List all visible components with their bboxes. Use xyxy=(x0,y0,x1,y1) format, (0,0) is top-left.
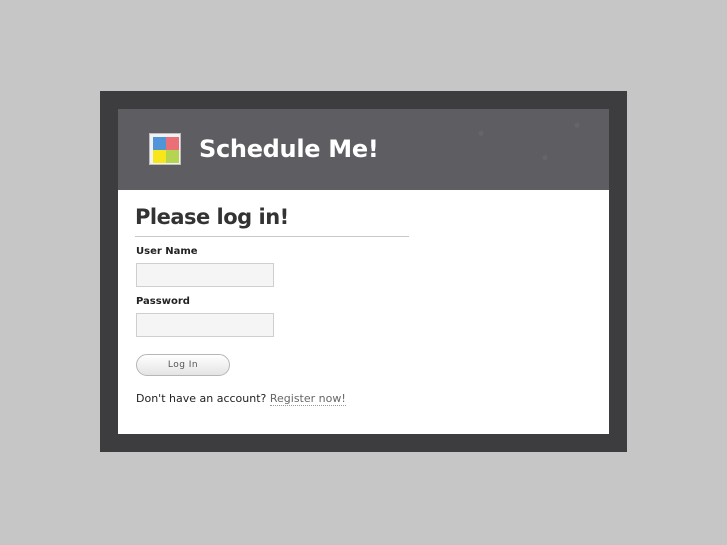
title-divider xyxy=(135,236,409,237)
signup-prompt: Don't have an account? Register now! xyxy=(136,392,346,406)
password-label: Password xyxy=(136,296,190,307)
login-button[interactable]: Log In xyxy=(136,354,230,376)
username-label: User Name xyxy=(136,246,198,257)
signup-text: Don't have an account? xyxy=(136,392,267,405)
username-field[interactable] xyxy=(136,263,274,287)
register-link[interactable]: Register now! xyxy=(269,392,346,406)
password-field[interactable] xyxy=(136,313,274,337)
